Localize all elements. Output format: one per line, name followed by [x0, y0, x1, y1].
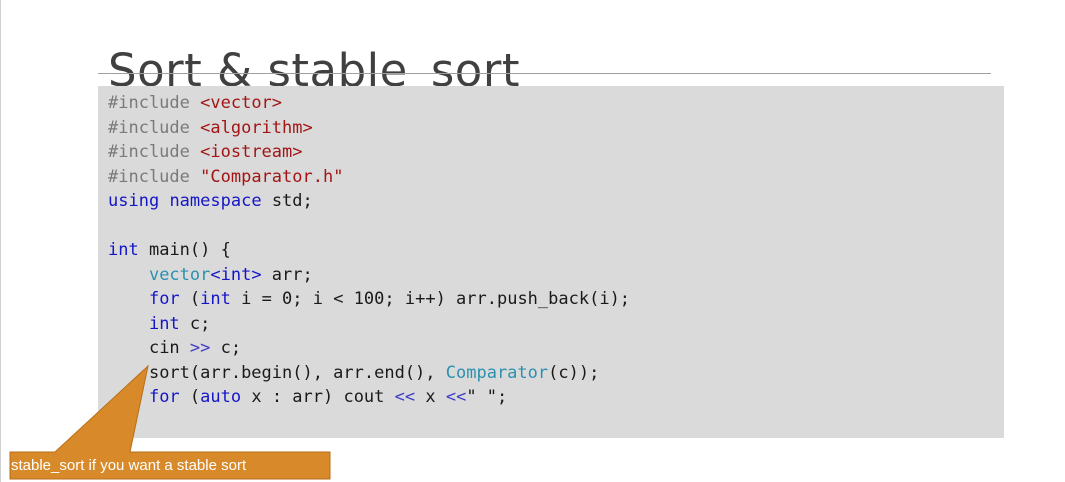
callout-label: stable_sort if you want a stable sort — [11, 457, 247, 474]
callout-bubble — [9, 364, 331, 480]
